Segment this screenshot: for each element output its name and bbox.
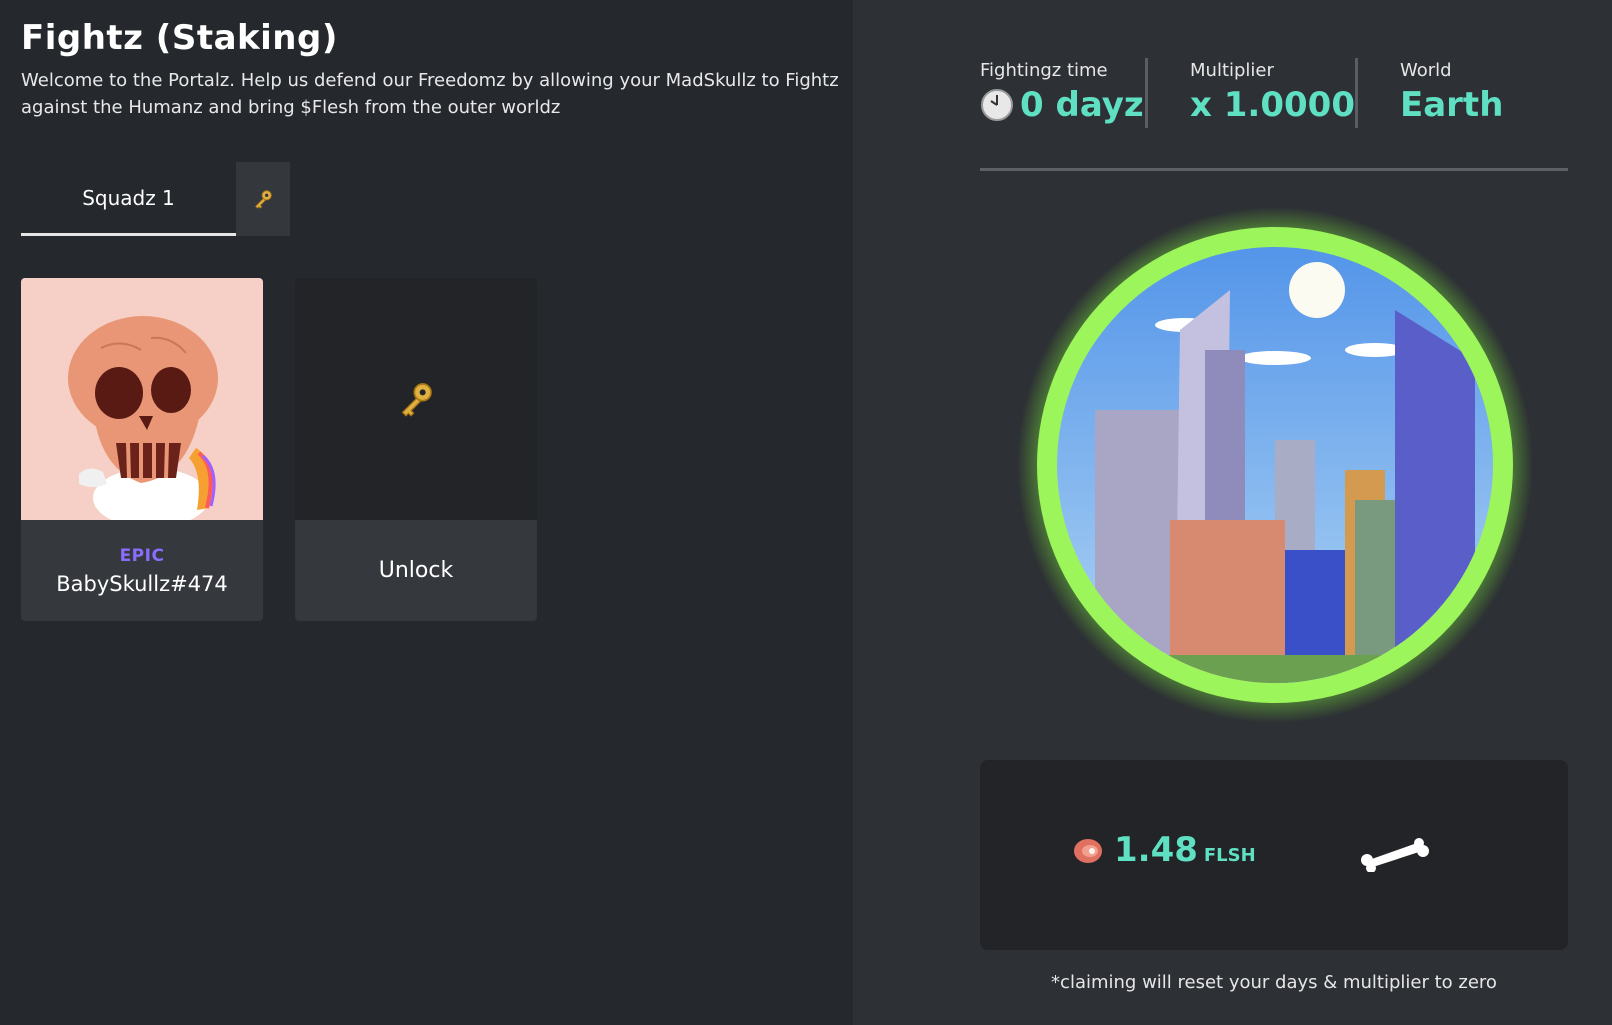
rarity-badge: EPIC — [119, 545, 165, 566]
multiplier-value: x 1.0000 — [1190, 85, 1355, 125]
portal-image — [1017, 207, 1533, 723]
fighting-time-value: 0 dayz — [1020, 85, 1144, 125]
flesh-unit: FLSH — [1203, 845, 1256, 866]
locked-slot-image — [295, 278, 537, 520]
tab-label: Squadz 1 — [82, 185, 175, 210]
bone-icon — [1361, 838, 1429, 872]
key-icon — [255, 190, 272, 209]
multiplier-stat: Multiplier x 1.0000 — [1190, 60, 1355, 125]
claim-note: *claiming will reset your days & multipl… — [1051, 972, 1497, 993]
page-description: Welcome to the Portalz. Help us defend o… — [21, 70, 839, 118]
claim-panel — [980, 760, 1568, 950]
multiplier-label: Multiplier — [1190, 60, 1274, 81]
divider — [1355, 58, 1358, 128]
claim-bone-button[interactable] — [1360, 838, 1430, 872]
flesh-amount: 1.48 — [1114, 830, 1198, 870]
fighting-time-stat: Fightingz time 0 dayz — [980, 60, 1144, 125]
nft-name: BabySkullz#474 — [56, 571, 228, 596]
unlock-squad-button[interactable] — [236, 162, 290, 236]
flesh-icon — [1074, 839, 1102, 863]
world-value: Earth — [1400, 85, 1504, 125]
nft-card-footer: EPIC BabySkullz#474 — [21, 520, 263, 621]
page-title: Fightz (Staking) — [21, 18, 338, 58]
nft-image — [21, 278, 263, 528]
clock-icon — [981, 89, 1013, 121]
divider — [980, 168, 1568, 171]
world-label: World — [1400, 60, 1452, 81]
locked-slot-card[interactable]: Unlock — [295, 278, 537, 621]
key-icon — [401, 383, 432, 417]
unlock-button[interactable]: Unlock — [295, 520, 537, 621]
nft-card[interactable]: EPIC BabySkullz#474 — [21, 278, 263, 621]
tab-squadz-1[interactable]: Squadz 1 — [21, 162, 236, 236]
unlock-label: Unlock — [378, 558, 454, 583]
flesh-balance: 1.48 FLSH — [1072, 830, 1256, 870]
divider — [1145, 58, 1148, 128]
fighting-time-label: Fightingz time — [980, 60, 1108, 81]
world-stat: World Earth — [1400, 60, 1503, 125]
